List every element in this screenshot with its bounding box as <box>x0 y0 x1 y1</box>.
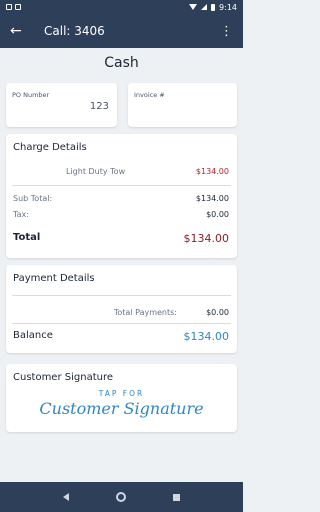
payment-details-title: Payment Details <box>13 273 95 284</box>
balance-value: $134.00 <box>183 330 230 343</box>
more-options-icon[interactable]: ⋮ <box>220 25 233 38</box>
nav-home-icon[interactable] <box>115 492 126 502</box>
notification-icon <box>6 4 12 10</box>
notification-icons <box>6 4 21 10</box>
divider <box>12 185 231 186</box>
app-bar: ← Call: 3406 ⋮ <box>0 14 243 48</box>
tax-value: $0.00 <box>206 210 229 219</box>
total-payments-label: Total Payments: <box>113 308 177 317</box>
line-item-label[interactable]: Light Duty Tow <box>66 167 125 176</box>
invoice-number-label: Invoice # <box>134 91 165 99</box>
total-value: $134.00 <box>183 232 230 245</box>
tax-label: Tax: <box>13 210 29 219</box>
divider <box>12 295 231 296</box>
charge-details-title: Charge Details <box>13 142 87 153</box>
back-arrow-icon[interactable]: ← <box>10 23 28 39</box>
po-number-value[interactable]: 123 <box>90 101 109 112</box>
po-number-field[interactable]: PO Number 123 <box>6 83 117 127</box>
tap-for-label[interactable]: TAP FOR <box>6 389 237 398</box>
po-number-label: PO Number <box>12 91 50 99</box>
page-title: Cash <box>104 55 139 71</box>
subtotal-value: $134.00 <box>195 194 229 203</box>
wifi-icon <box>189 4 198 10</box>
subtotal-label: Sub Total: <box>13 194 53 203</box>
total-payments-value: $0.00 <box>206 308 229 317</box>
line-item-amount: $134.00 <box>195 167 229 176</box>
customer-signature-card[interactable]: Customer Signature TAP FOR Customer Sign… <box>6 364 237 432</box>
nav-back-icon[interactable] <box>63 493 70 501</box>
charge-details-card: Charge Details Light Duty Tow $134.00 Su… <box>6 134 237 258</box>
status-bar: 9:14 <box>0 0 243 14</box>
customer-signature-title: Customer Signature <box>13 372 113 383</box>
divider <box>12 323 231 324</box>
payment-details-card: Payment Details Total Payments: $0.00 Ba… <box>6 265 237 353</box>
balance-label: Balance <box>13 330 53 341</box>
status-time: 9:14 <box>219 2 237 12</box>
sd-card-icon <box>15 4 21 10</box>
app-bar-title: Call: 3406 <box>44 24 105 38</box>
nav-recents-icon[interactable] <box>172 493 180 501</box>
signal-icon <box>201 4 208 10</box>
total-label: Total <box>13 232 41 243</box>
invoice-number-field[interactable]: Invoice # <box>128 83 237 127</box>
tap-signature-label[interactable]: Customer Signature <box>6 399 237 418</box>
battery-icon <box>211 3 216 11</box>
system-nav-bar <box>0 482 243 512</box>
